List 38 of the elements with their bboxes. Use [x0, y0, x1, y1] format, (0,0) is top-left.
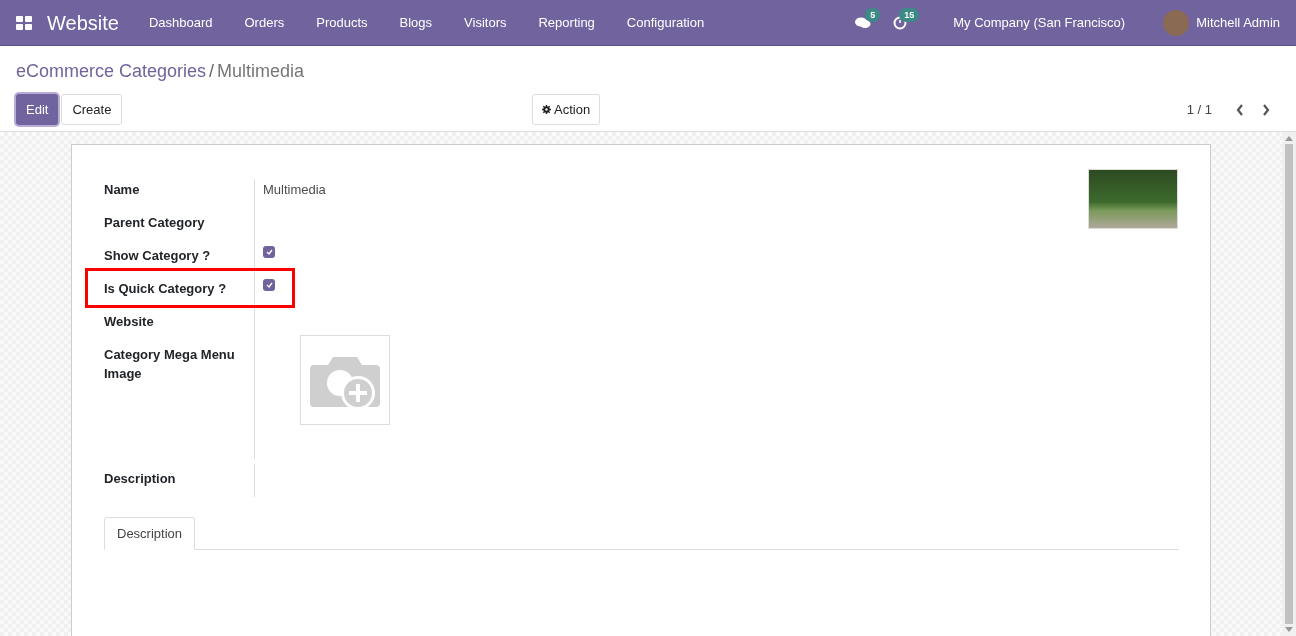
pager-value: 1 / 1 [1186, 100, 1212, 119]
previous-icon[interactable] [1236, 103, 1244, 116]
breadcrumb-link[interactable]: eCommerce Categories [16, 58, 207, 85]
activity-count-badge: 15 [899, 7, 920, 22]
apps-grid-icon[interactable] [16, 15, 32, 30]
check-icon [265, 249, 273, 255]
secondary-button[interactable]: Create [61, 94, 123, 125]
breadcrumb-current: Multimedia [217, 60, 305, 83]
menu-item[interactable]: Dashboard [132, 12, 229, 33]
message-count-badge: 5 [865, 7, 881, 22]
field-label: Website [104, 313, 155, 331]
checkbox[interactable] [263, 246, 275, 258]
field-value: Multimedia [263, 181, 326, 199]
menu-item[interactable]: Visitors [448, 12, 523, 33]
primary-button[interactable]: Edit [16, 94, 59, 125]
checkbox[interactable] [263, 279, 275, 291]
breadcrumb-separator: / [209, 60, 215, 83]
company-switcher[interactable]: My Company (San Francisco) [953, 12, 1126, 33]
scrollbar[interactable] [1282, 132, 1296, 636]
gear-icon [542, 105, 551, 114]
field-label: Description [104, 471, 176, 486]
field-label: Name [104, 181, 141, 199]
menu-item[interactable]: Orders [228, 12, 301, 33]
field-label: Is Quick Category ? [104, 280, 228, 298]
action-button[interactable]: Action [532, 94, 601, 125]
app-title[interactable]: Website [47, 7, 119, 38]
next-icon[interactable] [1262, 103, 1270, 116]
menu-item[interactable]: Blogs [383, 12, 449, 33]
check-icon [265, 282, 273, 288]
notebook-tab[interactable]: Description [104, 517, 196, 550]
menu-item[interactable]: Products [300, 12, 384, 33]
menu-item[interactable]: Reporting [522, 12, 611, 33]
field-label: Parent Category [104, 214, 206, 232]
menu-item[interactable]: Configuration [610, 12, 721, 33]
chat-icon[interactable] [855, 15, 872, 30]
field-label: Show Category ? [104, 247, 212, 265]
field-label: Category Mega Menu Image [104, 346, 236, 383]
user-menu[interactable]: Mitchell Admin [1196, 12, 1280, 33]
